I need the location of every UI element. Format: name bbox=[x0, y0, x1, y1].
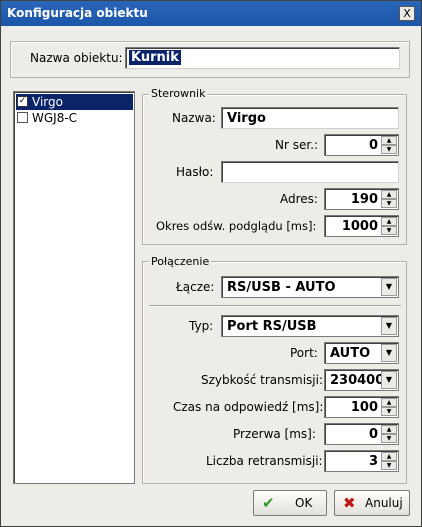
refresh-spinner[interactable]: 1000 ▲ ▼ bbox=[324, 215, 399, 237]
spin-up-icon[interactable]: ▲ bbox=[381, 425, 397, 434]
dialog-window: Konfiguracja obiektu X Nazwa obiektu: Ku… bbox=[0, 0, 422, 527]
list-item-label: WGJ8-C bbox=[32, 111, 78, 125]
spin-down-icon[interactable]: ▼ bbox=[381, 434, 397, 443]
spin-up-icon[interactable]: ▲ bbox=[381, 136, 397, 145]
spin-up-icon[interactable]: ▲ bbox=[381, 452, 397, 461]
refresh-label: Okres odśw. podglądu [ms]: bbox=[156, 219, 317, 233]
object-name-value: Kurnik bbox=[129, 50, 181, 65]
chevron-down-icon[interactable]: ▼ bbox=[381, 278, 397, 296]
speed-select[interactable]: 230400 ▼ bbox=[324, 369, 399, 391]
serial-value: 0 bbox=[368, 138, 378, 153]
retries-spinner[interactable]: 3 ▲ ▼ bbox=[324, 450, 399, 472]
timeout-value: 100 bbox=[350, 400, 378, 415]
port-select[interactable]: AUTO ▼ bbox=[324, 342, 399, 364]
controller-name-field[interactable]: Virgo bbox=[221, 107, 399, 129]
timeout-spinner[interactable]: 100 ▲ ▼ bbox=[324, 396, 399, 418]
spin-down-icon[interactable]: ▼ bbox=[381, 461, 397, 470]
link-select[interactable]: RS/USB - AUTO ▼ bbox=[221, 276, 399, 298]
address-value: 190 bbox=[350, 192, 378, 207]
password-field[interactable] bbox=[221, 161, 399, 183]
pause-spinner[interactable]: 0 ▲ ▼ bbox=[324, 423, 399, 445]
spin-down-icon[interactable]: ▼ bbox=[381, 199, 397, 208]
list-item-virgo[interactable]: ✓ Virgo bbox=[16, 94, 133, 110]
pause-value: 0 bbox=[368, 427, 378, 442]
spin-down-icon[interactable]: ▼ bbox=[381, 145, 397, 154]
port-label: Port: bbox=[290, 346, 318, 360]
spin-up-icon[interactable]: ▲ bbox=[381, 190, 397, 199]
list-item-wgj8c[interactable]: WGJ8-C bbox=[16, 110, 133, 126]
address-label: Adres: bbox=[280, 192, 318, 206]
ok-button[interactable]: ✔ OK bbox=[253, 490, 327, 516]
title-bar[interactable]: Konfiguracja obiektu X bbox=[1, 1, 421, 26]
chevron-down-icon[interactable]: ▼ bbox=[381, 317, 397, 335]
timeout-label: Czas na odpowiedź [ms]: bbox=[173, 400, 324, 414]
spin-up-icon[interactable]: ▲ bbox=[381, 217, 397, 226]
retries-value: 3 bbox=[368, 454, 378, 469]
type-label: Typ: bbox=[189, 319, 214, 333]
refresh-value: 1000 bbox=[341, 219, 378, 234]
checkbox-virgo[interactable]: ✓ bbox=[17, 96, 28, 107]
close-button[interactable]: X bbox=[399, 6, 415, 21]
type-value: Port RS/USB bbox=[227, 319, 317, 334]
chevron-down-icon[interactable]: ▼ bbox=[381, 344, 397, 362]
speed-value: 230400 bbox=[330, 373, 385, 388]
list-item-label: Virgo bbox=[32, 95, 63, 109]
object-name-label: Nazwa obiektu: bbox=[30, 51, 123, 65]
cancel-x-icon: ✖ bbox=[343, 494, 356, 512]
type-select[interactable]: Port RS/USB ▼ bbox=[221, 315, 399, 337]
connection-divider bbox=[149, 305, 401, 307]
controller-group-title: Sterownik bbox=[149, 87, 208, 100]
password-label: Hasło: bbox=[176, 165, 214, 179]
window-title: Konfiguracja obiektu bbox=[7, 6, 148, 20]
address-spinner[interactable]: 190 ▲ ▼ bbox=[324, 188, 399, 210]
port-value: AUTO bbox=[330, 346, 371, 361]
link-label: Łącze: bbox=[176, 280, 215, 294]
pause-label: Przerwa [ms]: bbox=[233, 427, 316, 441]
spin-up-icon[interactable]: ▲ bbox=[381, 398, 397, 407]
serial-label: Nr ser.: bbox=[275, 138, 319, 152]
spin-down-icon[interactable]: ▼ bbox=[381, 226, 397, 235]
cancel-button[interactable]: ✖ Anuluj bbox=[334, 490, 410, 516]
checkmark-icon: ✔ bbox=[262, 494, 275, 512]
link-value: RS/USB - AUTO bbox=[227, 280, 336, 295]
chevron-down-icon[interactable]: ▼ bbox=[381, 371, 397, 389]
retries-label: Liczba retransmisji: bbox=[206, 454, 323, 468]
object-name-field[interactable]: Kurnik bbox=[125, 47, 400, 69]
controller-name-label: Nazwa: bbox=[172, 111, 216, 125]
controller-list[interactable]: ✓ Virgo WGJ8-C bbox=[13, 91, 135, 484]
spin-down-icon[interactable]: ▼ bbox=[381, 407, 397, 416]
connection-group-title: Połączenie bbox=[149, 255, 212, 268]
checkbox-wgj8c[interactable] bbox=[17, 112, 28, 123]
speed-label: Szybkość transmisji: bbox=[201, 373, 323, 387]
serial-spinner[interactable]: 0 ▲ ▼ bbox=[324, 134, 399, 156]
